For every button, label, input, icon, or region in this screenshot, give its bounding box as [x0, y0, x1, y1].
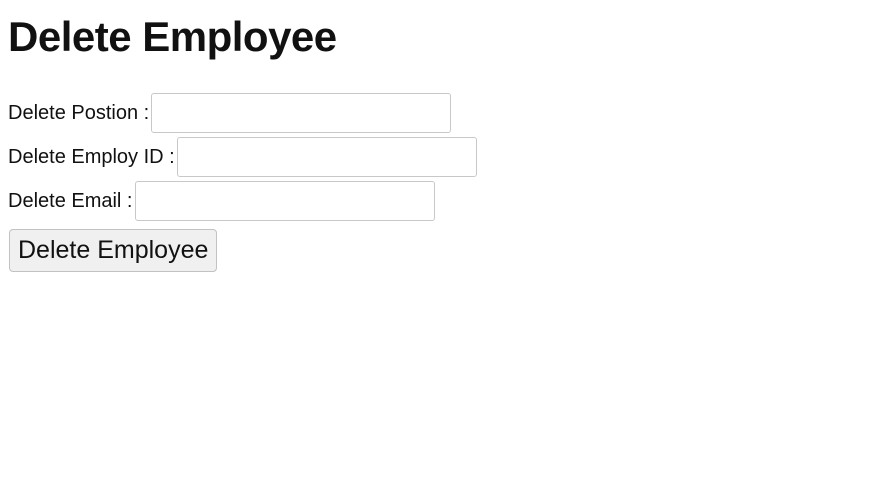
- employee-id-label: Delete Employ ID :: [8, 145, 175, 168]
- delete-employee-button[interactable]: Delete Employee: [9, 229, 218, 272]
- page-title: Delete Employee: [8, 13, 337, 60]
- position-input[interactable]: [151, 93, 452, 133]
- email-label: Delete Email :: [8, 189, 133, 212]
- delete-employee-form: Delete Postion : Delete Employ ID : Dele…: [8, 93, 877, 272]
- email-input[interactable]: [134, 181, 435, 221]
- position-label: Delete Postion :: [8, 101, 150, 124]
- email-row: Delete Email :: [8, 181, 877, 221]
- position-row: Delete Postion :: [8, 93, 877, 133]
- employee-id-input[interactable]: [176, 137, 477, 177]
- page-container: Delete Employee Delete Postion : Delete …: [0, 0, 877, 272]
- employee-id-row: Delete Employ ID :: [8, 137, 877, 177]
